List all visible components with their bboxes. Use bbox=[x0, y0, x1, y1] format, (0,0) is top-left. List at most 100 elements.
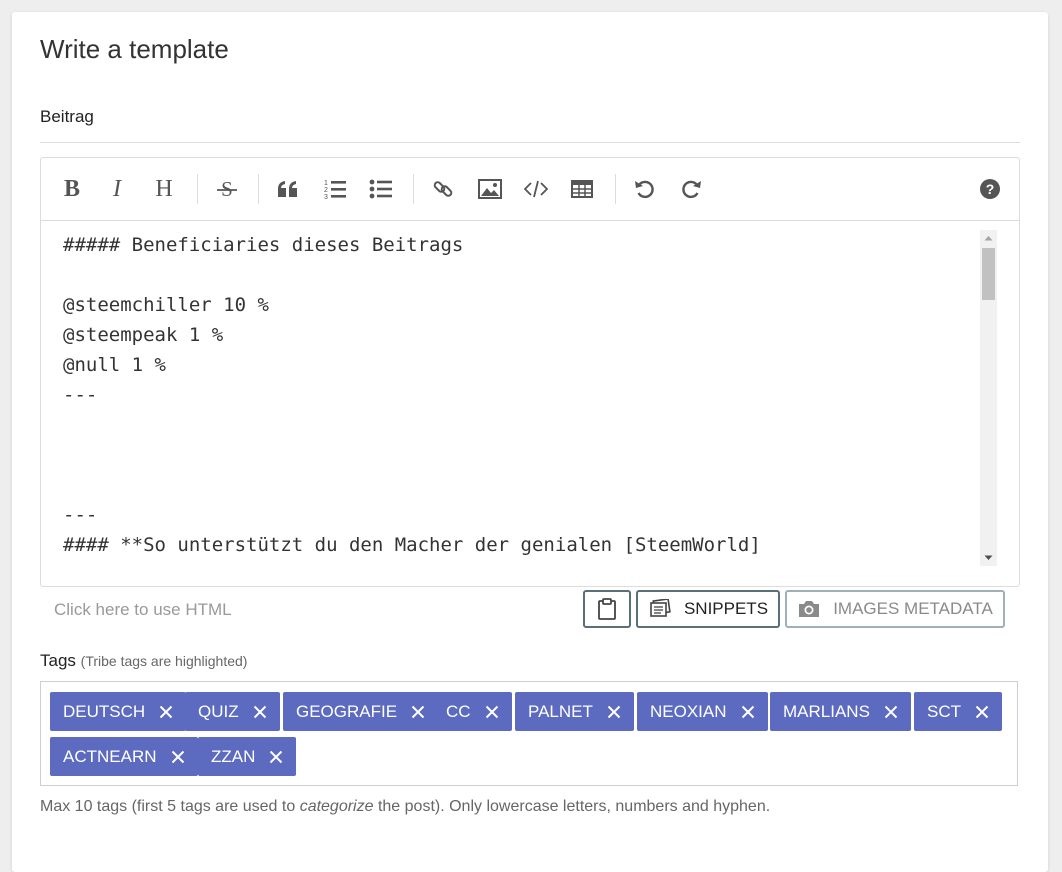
template-card: Write a template Beitrag B I H S 1 2 3 ?… bbox=[12, 12, 1048, 872]
quote-icon bbox=[278, 181, 297, 197]
image-button[interactable] bbox=[473, 172, 507, 206]
svg-text:1: 1 bbox=[324, 180, 328, 187]
tag-label: SCT bbox=[927, 701, 961, 721]
remove-tag-icon[interactable] bbox=[253, 705, 267, 719]
tag-chip: NEOXIAN bbox=[637, 692, 768, 731]
heading-button[interactable]: H bbox=[147, 172, 181, 206]
bold-icon: B bbox=[63, 175, 80, 202]
code-line: --- bbox=[63, 384, 98, 406]
snippets-label: SNIPPETS bbox=[683, 599, 769, 618]
help-button[interactable]: ? bbox=[973, 172, 1007, 206]
table-icon bbox=[571, 180, 593, 198]
clipboard-button[interactable] bbox=[583, 590, 631, 628]
code-line: #### **So unterstützt du den Macher der … bbox=[63, 534, 761, 556]
remove-tag-icon[interactable] bbox=[485, 705, 499, 719]
editor-toolbar: B I H S 1 2 3 ? bbox=[41, 158, 1019, 221]
use-html-link[interactable]: Click here to use HTML bbox=[54, 600, 232, 620]
section-label: Beitrag bbox=[40, 107, 94, 126]
tag-chip: SCT bbox=[914, 692, 1002, 731]
svg-text:S: S bbox=[221, 178, 233, 200]
help-text-part: the post). Only lowercase letters, numbe… bbox=[373, 798, 771, 815]
undo-button[interactable] bbox=[628, 172, 662, 206]
tag-chip: GEOGRAFIE bbox=[283, 692, 439, 731]
undo-icon bbox=[635, 180, 654, 199]
tag-chip: ZZAN bbox=[198, 737, 297, 776]
code-line: ##### Beneficiaries dieses Beitrags bbox=[63, 234, 464, 256]
help-text-part: Max 10 tags (first 5 tags are used to bbox=[40, 798, 300, 815]
remove-tag-icon[interactable] bbox=[607, 705, 621, 719]
tag-chip: MARLIANS bbox=[770, 692, 911, 731]
tag-chip: QUIZ bbox=[185, 692, 280, 731]
tags-input[interactable]: DEUTSCH QUIZ GEOGRAFIE CC PALNET NEOXIAN… bbox=[40, 681, 1018, 786]
heading-icon: H bbox=[155, 175, 173, 202]
tags-help-text: Max 10 tags (first 5 tags are used to ca… bbox=[40, 798, 770, 816]
scroll-up-arrow-icon[interactable] bbox=[980, 230, 997, 246]
svg-text:2: 2 bbox=[324, 187, 328, 194]
link-icon bbox=[433, 181, 453, 197]
tag-label: PALNET bbox=[528, 701, 593, 721]
toolbar-separator bbox=[197, 174, 198, 204]
image-icon bbox=[478, 179, 502, 199]
tag-label: NEOXIAN bbox=[650, 701, 727, 721]
toolbar-separator bbox=[615, 174, 616, 204]
italic-button[interactable]: I bbox=[100, 172, 134, 206]
scrollbar-thumb[interactable] bbox=[982, 248, 995, 300]
images-metadata-button[interactable]: IMAGES METADATA bbox=[785, 590, 1005, 628]
strikethrough-button[interactable]: S bbox=[210, 172, 244, 206]
ordered-list-button[interactable]: 1 2 3 bbox=[318, 172, 352, 206]
remove-tag-icon[interactable] bbox=[159, 705, 173, 719]
code-button[interactable] bbox=[519, 172, 553, 206]
tags-hint: (Tribe tags are highlighted) bbox=[80, 653, 248, 669]
remove-tag-icon[interactable] bbox=[269, 750, 283, 764]
tag-chip: ACTNEARN bbox=[50, 737, 198, 776]
tag-label: CC bbox=[446, 701, 471, 721]
code-line: @null 1 % bbox=[63, 354, 166, 376]
editor-scrollbar[interactable] bbox=[980, 230, 997, 566]
remove-tag-icon[interactable] bbox=[741, 705, 755, 719]
table-button[interactable] bbox=[565, 172, 599, 206]
tag-chip: PALNET bbox=[515, 692, 634, 731]
tag-label: ZZAN bbox=[211, 746, 256, 766]
code-textarea[interactable]: ##### Beneficiaries dieses Beitrags @ste… bbox=[41, 221, 999, 585]
scroll-down-arrow-icon[interactable] bbox=[980, 550, 997, 566]
remove-tag-icon[interactable] bbox=[884, 705, 898, 719]
tag-label: GEOGRAFIE bbox=[296, 701, 398, 721]
link-button[interactable] bbox=[426, 172, 460, 206]
tag-label: MARLIANS bbox=[783, 701, 870, 721]
images-metadata-label: IMAGES METADATA bbox=[833, 599, 993, 618]
remove-tag-icon[interactable] bbox=[411, 705, 425, 719]
bold-button[interactable]: B bbox=[55, 172, 89, 206]
ordered-list-icon: 1 2 3 bbox=[324, 180, 346, 200]
unordered-list-button[interactable] bbox=[364, 172, 398, 206]
markdown-editor: B I H S 1 2 3 ? ##### Beneficiaries dies… bbox=[40, 157, 1020, 587]
remove-tag-icon[interactable] bbox=[975, 705, 989, 719]
camera-icon bbox=[799, 601, 820, 617]
page-title: Write a template bbox=[40, 34, 229, 64]
svg-text:?: ? bbox=[986, 181, 995, 197]
toolbar-separator bbox=[413, 174, 414, 204]
redo-icon bbox=[682, 180, 701, 199]
italic-icon: I bbox=[113, 175, 121, 202]
tag-label: DEUTSCH bbox=[63, 701, 146, 721]
clipboard-icon bbox=[598, 598, 616, 620]
help-text-emphasis: categorize bbox=[299, 798, 374, 815]
tag-label: ACTNEARN bbox=[63, 746, 157, 766]
tag-label: QUIZ bbox=[198, 701, 239, 721]
tags-heading: Tags (Tribe tags are highlighted) bbox=[40, 651, 247, 671]
help-icon: ? bbox=[980, 179, 1000, 199]
code-icon bbox=[524, 180, 548, 198]
code-line: --- bbox=[63, 504, 98, 526]
code-line: @steempeak 1 % bbox=[63, 324, 224, 346]
toolbar-separator bbox=[258, 174, 259, 204]
divider bbox=[40, 142, 1020, 143]
quote-button[interactable] bbox=[271, 172, 305, 206]
remove-tag-icon[interactable] bbox=[171, 750, 185, 764]
tags-label: Tags bbox=[40, 651, 76, 670]
strikethrough-icon: S bbox=[217, 178, 237, 200]
svg-text:3: 3 bbox=[324, 194, 328, 200]
unordered-list-icon bbox=[369, 179, 392, 199]
snippets-icon bbox=[650, 599, 671, 617]
snippets-button[interactable]: SNIPPETS bbox=[636, 590, 780, 628]
redo-button[interactable] bbox=[674, 172, 708, 206]
tag-chip: DEUTSCH bbox=[50, 692, 187, 731]
